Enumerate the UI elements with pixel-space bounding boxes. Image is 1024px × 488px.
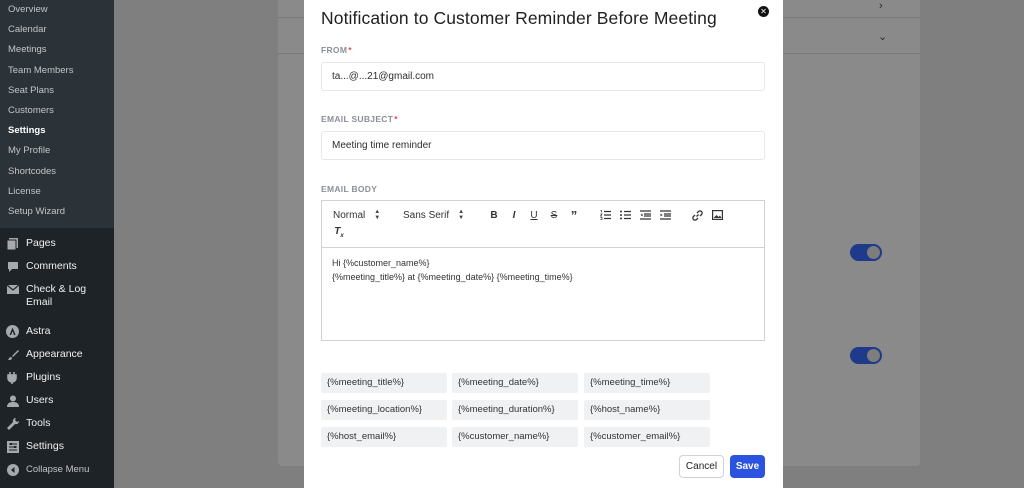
tag-meeting-duration[interactable]: {%meeting_duration%} [452, 400, 578, 420]
submenu-settings[interactable]: Settings [0, 121, 114, 141]
chevron-down-icon: ⌄ [878, 31, 888, 43]
sidebar-item-label: Appearance [26, 348, 83, 361]
sidebar-item-label: Tools [26, 417, 51, 430]
clear-format-icon[interactable]: Tx [333, 226, 345, 239]
sidebar-item-label: Plugins [26, 371, 61, 384]
image-icon[interactable] [711, 210, 723, 222]
email-body-editor: Normal ▲ ▼ Sans Serif ▲ ▼ B I U S ” Tx Hi {%… [321, 200, 765, 341]
notification-modal: Notification to Customer Reminder Before… [304, 0, 783, 488]
editor-content[interactable]: Hi {%customer_name%} {%meeting_title%} a… [322, 248, 764, 293]
tag-customer-name[interactable]: {%customer_name%} [452, 427, 578, 447]
bullet-list-icon[interactable] [619, 210, 631, 222]
font-select-value: Sans Serif [403, 209, 450, 221]
collapse-menu-button[interactable]: Collapse Menu [0, 458, 114, 481]
submenu-setup-wizard[interactable]: Setup Wizard [0, 202, 114, 222]
submenu-license[interactable]: License [0, 182, 114, 202]
sidebar-item-label: Astra [26, 325, 51, 338]
email-body-label: EMAIL BODY [321, 184, 378, 194]
sidebar-item-settings[interactable]: Settings [0, 435, 114, 458]
sidebar-item-label: Settings [26, 440, 64, 453]
from-label-text: FROM [321, 45, 348, 55]
tag-meeting-location[interactable]: {%meeting_location%} [321, 400, 447, 420]
sidebar-item-pages[interactable]: Pages [0, 232, 114, 255]
astra-icon [6, 325, 19, 339]
submenu-shortcodes[interactable]: Shortcodes [0, 162, 114, 182]
indent-icon[interactable] [659, 210, 671, 222]
submenu-seat-plans[interactable]: Seat Plans [0, 81, 114, 101]
submenu-overview[interactable]: Overview [0, 0, 114, 20]
admin-sidebar: Overview Calendar Meetings Team Members … [0, 0, 114, 488]
submenu-customers[interactable]: Customers [0, 101, 114, 121]
tag-meeting-date[interactable]: {%meeting_date%} [452, 373, 578, 393]
editor-toolbar: Normal ▲ ▼ Sans Serif ▲ ▼ B I U S ” Tx [322, 201, 764, 248]
comments-icon [6, 260, 19, 273]
background-toggle [850, 244, 882, 261]
submenu-meetings[interactable]: Meetings [0, 40, 114, 60]
select-arrows-icon: ▲ ▼ [458, 209, 465, 221]
submenu-my-profile[interactable]: My Profile [0, 141, 114, 161]
collapse-icon [6, 463, 19, 476]
ordered-list-icon[interactable] [599, 210, 611, 222]
users-icon [6, 394, 19, 407]
outdent-icon[interactable] [639, 210, 651, 222]
format-select[interactable]: Normal ▲ ▼ [333, 209, 380, 221]
sidebar-item-astra[interactable]: Astra [0, 320, 114, 343]
tag-host-name[interactable]: {%host_name%} [584, 400, 710, 420]
required-icon: * [348, 45, 352, 55]
select-arrows-icon: ▲ ▼ [374, 209, 381, 221]
sidebar-item-tools[interactable]: Tools [0, 412, 114, 435]
sidebar-item-label: Comments [26, 260, 77, 273]
from-input[interactable]: ta...@...21@gmail.com [321, 62, 765, 91]
email-subject-label: EMAIL SUBJECT* [321, 114, 398, 124]
cancel-button[interactable]: Cancel [679, 455, 724, 478]
sidebar-item-users[interactable]: Users [0, 389, 114, 412]
email-subject-input[interactable]: Meeting time reminder [321, 131, 765, 160]
required-icon: * [394, 114, 398, 124]
plugins-icon [6, 371, 19, 384]
sidebar-item-plugins[interactable]: Plugins [0, 366, 114, 389]
submenu-calendar[interactable]: Calendar [0, 20, 114, 40]
appearance-icon [6, 348, 19, 361]
sidebar-item-label: Check & Log Email [26, 283, 87, 309]
font-select[interactable]: Sans Serif ▲ ▼ [403, 209, 464, 221]
tag-host-email[interactable]: {%host_email%} [321, 427, 447, 447]
sidebar-item-comments[interactable]: Comments [0, 255, 114, 278]
plugin-submenu: Overview Calendar Meetings Team Members … [0, 0, 114, 229]
sidebar-item-label: Users [26, 394, 54, 407]
editor-line: Hi {%customer_name%} [332, 258, 430, 268]
email-log-icon [6, 283, 19, 296]
chevron-right-icon: › [879, 0, 883, 12]
underline-icon[interactable]: U [528, 210, 540, 222]
tools-icon [6, 417, 19, 430]
close-button[interactable]: ✕ [758, 6, 769, 17]
close-icon: ✕ [760, 7, 767, 16]
tag-meeting-title[interactable]: {%meeting_title%} [321, 373, 447, 393]
email-subject-label-text: EMAIL SUBJECT [321, 114, 394, 124]
pages-icon [6, 237, 19, 250]
from-label: FROM* [321, 45, 352, 55]
save-button[interactable]: Save [730, 455, 765, 478]
submenu-team-members[interactable]: Team Members [0, 61, 114, 81]
bold-icon[interactable]: B [488, 210, 500, 222]
strike-icon[interactable]: S [548, 210, 560, 222]
background-toggle [850, 347, 882, 364]
sidebar-item-label: Pages [26, 237, 56, 250]
blockquote-icon[interactable]: ” [568, 209, 580, 222]
modal-title: Notification to Customer Reminder Before… [321, 8, 717, 28]
format-select-value: Normal [333, 209, 366, 221]
italic-icon[interactable]: I [508, 210, 520, 222]
tag-meeting-time[interactable]: {%meeting_time%} [584, 373, 710, 393]
collapse-menu-label: Collapse Menu [26, 464, 90, 476]
link-icon[interactable] [691, 210, 703, 222]
tag-customer-email[interactable]: {%customer_email%} [584, 427, 710, 447]
sidebar-item-check-log-email[interactable]: Check & Log Email [0, 278, 114, 314]
sidebar-item-appearance[interactable]: Appearance [0, 343, 114, 366]
settings-icon [6, 440, 19, 453]
editor-line: {%meeting_title%} at {%meeting_date%} {%… [332, 271, 573, 282]
